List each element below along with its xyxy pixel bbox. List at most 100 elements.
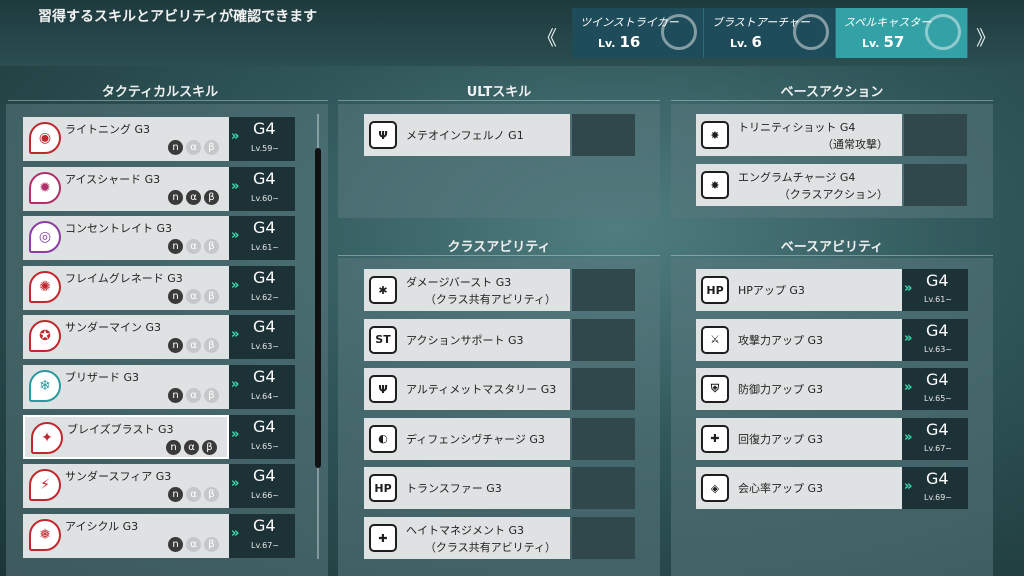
thunder-sphere-icon: ⚡ <box>29 469 61 502</box>
ability-beta-icon: β <box>204 388 219 403</box>
ability-n-icon: n <box>168 288 183 304</box>
base-action-row[interactable]: ✸ エングラムチャージ G4 （クラスアクション） <box>696 164 968 206</box>
empty-grade-slot <box>904 114 967 156</box>
ability-alpha-icon: α <box>186 239 201 255</box>
tactical-skill-row[interactable]: ⚡ サンダースフィア G3 n α β » G4 Lv.66~ <box>23 464 295 509</box>
ability-n-icon: n <box>168 140 183 155</box>
tactical-skill-row[interactable]: ❄ ブリザード G3 n α β » G4 Lv.64~ <box>23 365 295 409</box>
tactical-skill-row[interactable]: ✹ アイスシャード G3 n α β » G4 Lv.60~ <box>23 166 295 211</box>
next-class-icon[interactable]: 》 <box>976 22 996 51</box>
class-tab[interactable]: ブラストアーチャー Lv. 6 <box>704 8 836 58</box>
tactical-skill-row[interactable]: ✺ フレイムグレネード G3 n α β » G4 Lv.62~ <box>23 265 295 310</box>
base-ability-card[interactable]: ⚔ 攻撃力アップ G3 <box>696 318 902 361</box>
ability-slots: nαβ <box>168 189 219 205</box>
upgrade-grade-box: » G4 Lv.63~ <box>902 318 968 361</box>
class-ability-subtitle: （クラス共有アビリティ） <box>424 541 556 554</box>
class-ability-card[interactable]: ✚ ヘイトマネジメント G3 （クラス共有アビリティ） <box>364 517 570 559</box>
grade-level-req: Lv.65~ <box>924 394 952 404</box>
trinity-shot-icon: ✸ <box>701 121 729 149</box>
class-tab[interactable]: スペルキャスター Lv. 57 <box>836 8 968 58</box>
skill-name: ブリザード G3 <box>65 371 140 384</box>
page-title: 習得するスキルとアビリティが確認できます <box>38 9 318 25</box>
class-ability-card[interactable]: HP トランスファー G3 <box>364 467 570 510</box>
base-ability-row[interactable]: ◈ 会心率アップ G3 » G4 Lv.69~ <box>696 467 968 510</box>
tactical-skill-row[interactable]: ❅ アイシクル G3 n α β » G4 Lv.67~ <box>23 513 295 558</box>
skill-card[interactable]: ◎ コンセントレイト G3 n α β <box>23 216 229 261</box>
empty-grade-slot <box>572 467 635 510</box>
class-ability-card[interactable]: ✱ ダメージバースト G3 （クラス共有アビリティ） <box>364 269 570 311</box>
skill-name: サンダースフィア G3 <box>65 470 172 484</box>
base-action-section-title: ベースアクション <box>780 85 884 100</box>
skill-name: サンダーマイン G3 <box>65 321 162 335</box>
base-action-card[interactable]: ✸ エングラムチャージ G4 （クラスアクション） <box>696 164 902 206</box>
concentrate-icon: ◎ <box>29 221 61 254</box>
class-ability-row[interactable]: ✚ ヘイトマネジメント G3 （クラス共有アビリティ） <box>364 517 636 559</box>
upgrade-arrow-icon: » <box>904 330 913 346</box>
class-ability-card[interactable]: Ψ アルティメットマスタリー G3 <box>364 368 570 411</box>
tactical-skill-row[interactable]: ◉ ライトニング G3 n α β » G4 Lv.59~ <box>23 117 295 161</box>
grade-level-req: Lv.60~ <box>251 193 279 203</box>
tactical-skill-row[interactable]: ✪ サンダーマイン G3 n α β » G4 Lv.63~ <box>23 315 295 360</box>
class-ability-row[interactable]: HP トランスファー G3 <box>364 467 636 510</box>
base-ability-card[interactable]: HP HPアップ G3 <box>696 269 902 311</box>
grade-level-req: Lv.63~ <box>924 344 952 354</box>
class-ability-row[interactable]: ◐ ディフェンシヴチャージ G3 <box>364 417 636 460</box>
scrollbar-thumb[interactable] <box>315 148 321 468</box>
ability-slots: nαβ <box>168 239 219 255</box>
upgrade-grade-box: » G4 Lv.63~ <box>229 315 295 360</box>
upgrade-arrow-icon: » <box>231 228 240 244</box>
ability-beta-icon: β <box>204 536 219 552</box>
ultimate-mastery-icon: Ψ <box>369 375 397 404</box>
upgrade-grade-box: » G4 Lv.69~ <box>902 467 968 510</box>
class-ability-row[interactable]: ✱ ダメージバースト G3 （クラス共有アビリティ） <box>364 269 636 311</box>
class-ability-card[interactable]: ◐ ディフェンシヴチャージ G3 <box>364 417 570 460</box>
base-action-card[interactable]: ✸ トリニティショット G4 （通常攻撃） <box>696 114 902 156</box>
empty-grade-slot <box>572 368 635 411</box>
base-action-subtitle: （通常攻撃） <box>822 138 888 151</box>
base-ability-card[interactable]: ✚ 回復力アップ G3 <box>696 417 902 460</box>
ability-n-icon: n <box>168 388 183 403</box>
tactical-skill-row[interactable]: ◎ コンセントレイト G3 n α β » G4 Lv.61~ <box>23 216 295 261</box>
skill-card[interactable]: ✹ アイスシャード G3 n α β <box>23 166 229 211</box>
skill-card[interactable]: ✪ サンダーマイン G3 n α β <box>23 315 229 360</box>
base-ability-divider <box>671 255 993 256</box>
skill-card[interactable]: ✦ ブレイズブラスト G3 n α β <box>23 414 229 459</box>
skill-card[interactable]: ✺ フレイムグレネード G3 n α β <box>23 265 229 310</box>
base-ability-row[interactable]: ✚ 回復力アップ G3 » G4 Lv.67~ <box>696 417 968 460</box>
skill-card[interactable]: ❅ アイシクル G3 n α β <box>23 513 229 558</box>
base-ability-name: 会心率アップ G3 <box>738 482 824 496</box>
ult-card[interactable]: Ψ メテオインフェルノ G1 <box>364 114 570 156</box>
ability-n-icon: n <box>168 189 183 205</box>
empty-grade-slot <box>572 517 635 559</box>
base-action-row[interactable]: ✸ トリニティショット G4 （通常攻撃） <box>696 114 968 156</box>
base-ability-card[interactable]: ⛨ 防御力アップ G3 <box>696 368 902 411</box>
class-level: Lv. 16 <box>598 33 640 51</box>
grade-label: G4 <box>253 367 276 386</box>
upgrade-arrow-icon: » <box>904 281 913 296</box>
class-ability-row[interactable]: Ψ アルティメットマスタリー G3 <box>364 368 636 411</box>
upgrade-arrow-icon: » <box>231 426 240 442</box>
empty-grade-slot <box>572 114 635 156</box>
base-ability-row[interactable]: HP HPアップ G3 » G4 Lv.61~ <box>696 269 968 311</box>
grade-label: G4 <box>253 267 276 287</box>
skill-card[interactable]: ◉ ライトニング G3 n α β <box>23 117 229 161</box>
tactical-section-title: タクティカルスキル <box>101 85 219 100</box>
class-level-prefix: Lv. <box>598 37 616 50</box>
skill-card[interactable]: ❄ ブリザード G3 n α β <box>23 365 229 409</box>
ult-divider <box>338 100 660 101</box>
upgrade-arrow-icon: » <box>231 178 240 194</box>
base-ability-row[interactable]: ⚔ 攻撃力アップ G3 » G4 Lv.63~ <box>696 318 968 361</box>
skill-card[interactable]: ⚡ サンダースフィア G3 n α β <box>23 464 229 509</box>
tactical-skill-row[interactable]: ✦ ブレイズブラスト G3 n α β » G4 Lv.65~ <box>23 414 295 459</box>
prev-class-icon[interactable]: 《 <box>537 22 557 51</box>
base-action-divider <box>671 100 993 101</box>
class-ability-row[interactable]: ST アクションサポート G3 <box>364 318 636 361</box>
grade-label: G4 <box>926 370 949 390</box>
class-ability-card[interactable]: ST アクションサポート G3 <box>364 318 570 361</box>
ult-row[interactable]: Ψ メテオインフェルノ G1 <box>364 114 636 156</box>
base-ability-row[interactable]: ⛨ 防御力アップ G3 » G4 Lv.65~ <box>696 368 968 411</box>
ability-n-icon: n <box>168 487 183 503</box>
class-tab[interactable]: ツインストライカー Lv. 16 <box>572 8 704 58</box>
base-ability-card[interactable]: ◈ 会心率アップ G3 <box>696 467 902 510</box>
thunder-mine-icon: ✪ <box>29 320 61 353</box>
